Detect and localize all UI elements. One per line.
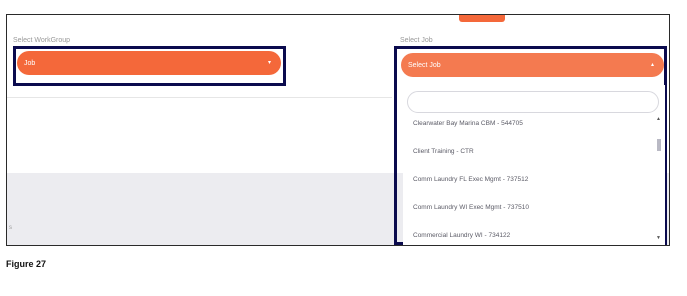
scrollbar-thumb[interactable]: [657, 139, 661, 151]
scroll-down-icon[interactable]: ▼: [656, 236, 661, 241]
job-option[interactable]: Comm Laundry FL Exec Mgmt - 737512: [413, 176, 528, 183]
scroll-up-icon[interactable]: ▲: [656, 117, 661, 122]
job-option[interactable]: Comm Laundry WI Exec Mgmt - 737510: [413, 204, 529, 211]
job-select-placeholder: Select Job: [408, 61, 441, 69]
job-select[interactable]: Select Job ▴: [401, 53, 664, 77]
chevron-up-icon: ▴: [650, 62, 654, 68]
dropdown-scrollbar[interactable]: ▲ ▼: [656, 117, 662, 241]
workgroup-label: Select WorkGroup: [13, 37, 71, 44]
job-option[interactable]: Client Training - CTR: [413, 148, 474, 155]
job-dropdown: Clearwater Bay Marina CBM - 544705 Clien…: [403, 85, 665, 245]
figure-caption: Figure 27: [6, 259, 47, 269]
job-label: Select Job: [400, 37, 433, 44]
divider: [7, 97, 392, 98]
job-options-list: Clearwater Bay Marina CBM - 544705 Clien…: [403, 115, 655, 245]
job-option[interactable]: Clearwater Bay Marina CBM - 544705: [413, 120, 523, 127]
job-option[interactable]: Commercial Laundry WI - 734122: [413, 232, 510, 239]
workgroup-select[interactable]: Job ▾: [17, 51, 281, 75]
job-search-input[interactable]: [407, 91, 659, 113]
chevron-down-icon: ▾: [267, 60, 271, 66]
app-frame: Select WorkGroup Select Job Job ▾ s Sele…: [6, 14, 670, 246]
top-tab-button[interactable]: [459, 15, 505, 22]
corner-mark: s: [9, 225, 12, 231]
workgroup-selected-value: Job: [24, 59, 36, 67]
